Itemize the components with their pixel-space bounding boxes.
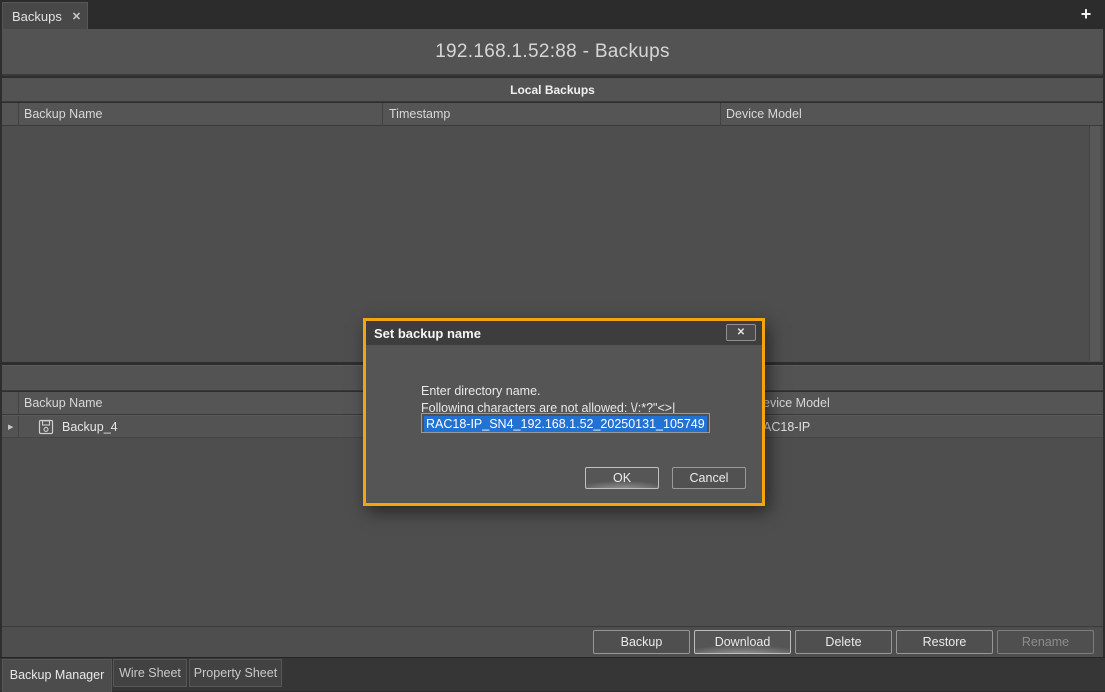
top-tab-bar: Backups ✕ +: [0, 0, 1105, 29]
cancel-button[interactable]: Cancel: [672, 467, 746, 489]
column-header-backup-name[interactable]: Backup Name: [24, 392, 103, 415]
column-divider: [720, 103, 721, 126]
column-divider: [18, 392, 19, 415]
dialog-close-icon[interactable]: ✕: [726, 324, 756, 341]
column-header-device-model[interactable]: Device Model: [726, 103, 802, 126]
backup-name-input[interactable]: RAC18-IP_SN4_192.168.1.52_20250131_10574…: [421, 413, 710, 433]
dialog-title: Set backup name: [366, 326, 481, 341]
dialog-message-line1: Enter directory name.: [421, 383, 675, 400]
column-header-backup-name[interactable]: Backup Name: [24, 103, 103, 126]
rename-button: Rename: [997, 630, 1094, 654]
tab-backups[interactable]: Backups ✕: [2, 2, 88, 29]
floppy-disk-icon: [38, 419, 54, 440]
add-tab-icon[interactable]: +: [1075, 3, 1097, 25]
tab-property-sheet[interactable]: Property Sheet: [189, 659, 282, 687]
bottom-tab-bar: Backup Manager Wire Sheet Property Sheet: [0, 657, 1105, 691]
vertical-scrollbar[interactable]: [1089, 126, 1100, 361]
tab-backups-label: Backups: [12, 9, 62, 24]
column-divider: [382, 103, 383, 126]
tab-close-icon[interactable]: ✕: [72, 10, 81, 23]
backup-button[interactable]: Backup: [593, 630, 690, 654]
column-header-device-model[interactable]: Device Model: [754, 392, 830, 415]
restore-button[interactable]: Restore: [896, 630, 993, 654]
row-expander-icon[interactable]: ▶: [8, 423, 13, 431]
set-backup-name-dialog: Set backup name ✕ Enter directory name. …: [363, 318, 765, 506]
column-divider: [18, 416, 19, 437]
ok-button[interactable]: OK: [585, 467, 659, 489]
tab-wire-sheet[interactable]: Wire Sheet: [113, 659, 187, 687]
local-backups-table-header: Backup Name Timestamp Device Model: [2, 103, 1103, 126]
column-divider: [18, 103, 19, 126]
action-button-band: Backup Download Delete Restore Rename: [2, 626, 1103, 657]
page-title: 192.168.1.52:88 - Backups: [2, 29, 1103, 76]
dialog-message: Enter directory name. Following characte…: [421, 383, 675, 417]
selected-input-text: RAC18-IP_SN4_192.168.1.52_20250131_10574…: [424, 416, 707, 432]
dialog-title-bar[interactable]: Set backup name ✕: [366, 321, 762, 345]
delete-button[interactable]: Delete: [795, 630, 892, 654]
local-backups-heading: Local Backups: [2, 78, 1103, 102]
download-button[interactable]: Download: [694, 630, 791, 654]
column-header-timestamp[interactable]: Timestamp: [389, 103, 450, 126]
cell-backup-name: Backup_4: [62, 416, 118, 438]
tab-backup-manager[interactable]: Backup Manager: [2, 659, 112, 692]
